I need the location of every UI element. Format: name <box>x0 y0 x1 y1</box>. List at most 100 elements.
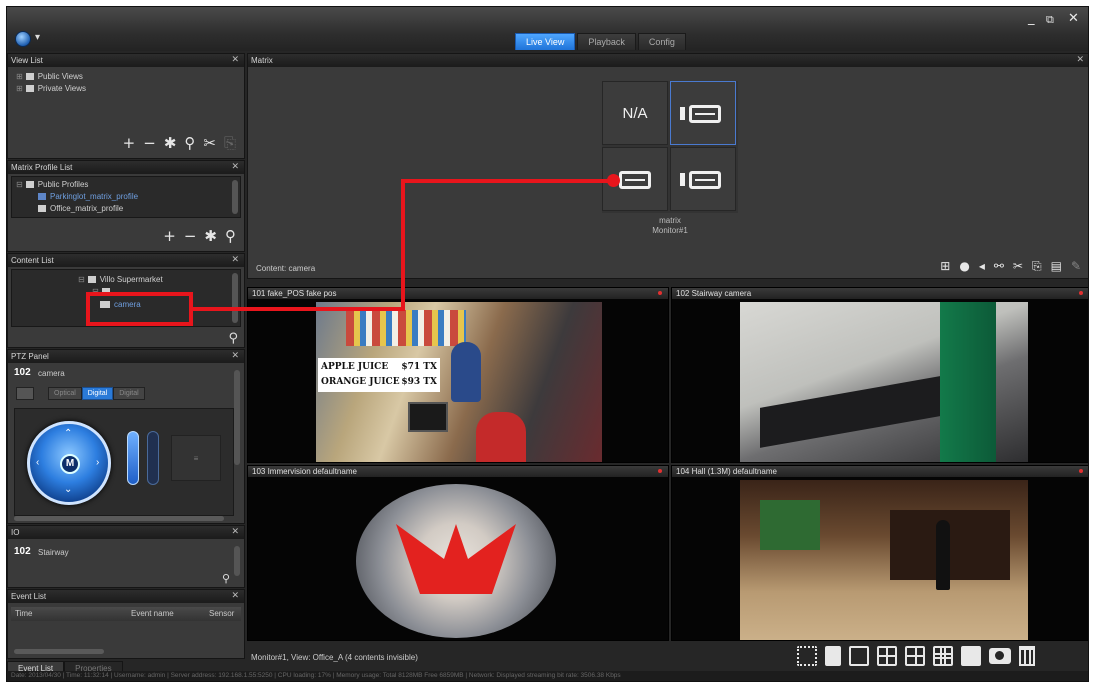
custom-layout-icon[interactable] <box>961 646 981 666</box>
ptz-joystick[interactable]: M ⌃ ⌄ ‹ › <box>27 421 111 505</box>
record-indicator-icon <box>658 469 662 473</box>
search-icon[interactable]: ⚲ <box>225 227 236 245</box>
fisheye-image <box>356 484 556 638</box>
horizontal-scrollbar[interactable] <box>14 649 104 654</box>
annotation-line <box>193 307 405 311</box>
close-icon[interactable]: ✕ <box>231 161 239 172</box>
gear-icon[interactable]: ✱ <box>164 134 177 152</box>
viewport-2[interactable]: 102 Stairway camera <box>671 287 1088 463</box>
ptz-camera-label: camera <box>38 369 65 378</box>
tab-playback[interactable]: Playback <box>577 33 636 50</box>
search-icon[interactable]: ⚲ <box>228 330 238 346</box>
arrow-up-icon[interactable]: ⌃ <box>64 428 72 439</box>
lock-button[interactable] <box>16 387 34 400</box>
trash-icon[interactable] <box>1019 646 1035 666</box>
io-panel-title: IO <box>8 526 244 539</box>
record-icon[interactable]: ● <box>959 259 969 274</box>
arrow-left-icon[interactable]: ‹ <box>36 457 39 468</box>
zoom-slider[interactable] <box>127 431 139 485</box>
add-icon[interactable]: + <box>123 134 136 152</box>
scrollbar[interactable] <box>232 273 238 323</box>
remove-icon[interactable]: − <box>143 134 156 152</box>
globe-logo-icon[interactable] <box>15 31 31 47</box>
reception-desk <box>890 510 1010 580</box>
link-icon[interactable]: ⚯ <box>994 259 1004 274</box>
close-icon[interactable]: ✕ <box>231 526 239 537</box>
close-icon[interactable]: ✕ <box>231 590 239 601</box>
tab-live-view[interactable]: Live View <box>515 33 576 50</box>
chevron-down-icon[interactable]: ▾ <box>35 32 40 43</box>
matrix-cell-4[interactable] <box>670 147 736 211</box>
audio-icon[interactable]: ◂ <box>979 259 985 274</box>
layout-3x3-icon[interactable] <box>933 646 953 666</box>
copy-icon[interactable]: ⎘ <box>1032 259 1042 274</box>
focus-slider[interactable] <box>147 431 159 485</box>
layout-1plus3-icon[interactable] <box>905 646 925 666</box>
snapshot-icon[interactable] <box>989 648 1011 664</box>
tree-item-parkinglot-profile[interactable]: Parkinglot_matrix_profile <box>38 192 138 201</box>
edit-icon[interactable]: ✎ <box>1071 259 1081 274</box>
tree-item-public-profiles[interactable]: ⊟ Public Profiles <box>16 180 88 189</box>
matrix-cell-2[interactable] <box>670 81 736 145</box>
layout-icon[interactable]: ⊞ <box>940 259 950 274</box>
close-icon[interactable]: ✕ <box>231 350 239 361</box>
io-camera-label: Stairway <box>38 548 69 557</box>
scrollbar[interactable] <box>232 180 238 214</box>
tree-item-public-views[interactable]: ⊞ Public Views <box>16 72 83 81</box>
pos-price: $93 TX <box>401 377 437 387</box>
tab-digital-2[interactable]: Digital <box>113 387 145 400</box>
column-time[interactable]: Time <box>11 607 131 621</box>
view-list-panel: View List ✕ ⊞ Public Views ⊞ Private Views… <box>7 53 245 159</box>
viewport-3[interactable]: 103 Immervision defaultname <box>247 465 669 641</box>
matrix-cell-label: N/A <box>622 105 648 122</box>
matrix-panel: Matrix ✕ N/A matrix Monitor#1 Content: c… <box>247 53 1088 279</box>
arrow-down-icon[interactable]: ⌄ <box>64 484 72 495</box>
pos-overlay: APPLE JUICE $71 TX ORANGE JUICE $93 TX <box>318 358 440 392</box>
annotation-line <box>401 179 405 311</box>
tab-config[interactable]: Config <box>637 33 686 50</box>
tree-item-office-profile[interactable]: Office_matrix_profile <box>38 204 123 213</box>
search-icon[interactable]: ⚲ <box>184 134 195 152</box>
layout-2x2-icon[interactable] <box>877 646 897 666</box>
viewport-4[interactable]: 104 Hall (1.3M) defaultname <box>671 465 1088 641</box>
scrollbar[interactable] <box>234 546 240 576</box>
arrow-right-icon[interactable]: › <box>96 457 99 468</box>
horizontal-scrollbar[interactable] <box>14 516 224 521</box>
ptz-center-button[interactable]: M <box>60 454 80 474</box>
matrix-profile-title: Matrix Profile List <box>8 161 244 174</box>
minimize-icon[interactable]: _ <box>1028 11 1035 26</box>
app-window: ▾ Live View Playback Config _ ⧉ ✕ View L… <box>6 6 1089 682</box>
monitor-icon <box>689 171 721 189</box>
remove-icon[interactable]: − <box>184 227 197 245</box>
delete-icon[interactable]: ▤ <box>1051 259 1062 274</box>
copy-layout-icon[interactable] <box>825 646 841 666</box>
tree-item-private-views[interactable]: ⊞ Private Views <box>16 84 86 93</box>
restore-icon[interactable]: ⧉ <box>1046 13 1054 27</box>
matrix-cell-1[interactable]: N/A <box>602 81 668 145</box>
close-icon[interactable]: ✕ <box>231 54 239 65</box>
fullscreen-icon[interactable] <box>797 646 817 666</box>
event-table-header: Time Event name Sensor <box>11 607 241 621</box>
search-icon[interactable]: ⚲ <box>222 572 230 585</box>
layout-1x1-icon[interactable] <box>849 646 869 666</box>
tree-item-villo-supermarket[interactable]: ⊟ Villo Supermarket <box>78 275 163 284</box>
viewport-title: 102 Stairway camera <box>672 288 1088 299</box>
close-icon[interactable]: ✕ <box>1068 11 1079 26</box>
tab-digital[interactable]: Digital <box>81 387 114 400</box>
view-list-title: View List <box>8 54 244 67</box>
matrix-grid: N/A <box>602 81 738 213</box>
add-icon[interactable]: + <box>163 227 176 245</box>
gear-icon[interactable]: ✱ <box>204 227 217 245</box>
ptz-extra-control[interactable]: ≡ <box>171 435 221 481</box>
ptz-panel: PTZ Panel ✕ 102 camera Optical Digital D… <box>7 349 245 524</box>
tab-optical[interactable]: Optical <box>48 387 82 400</box>
close-icon[interactable]: ✕ <box>1076 54 1084 65</box>
tools-icon[interactable]: ✂ <box>1013 259 1023 274</box>
close-icon[interactable]: ✕ <box>231 254 239 265</box>
export-icon[interactable]: ⎘ <box>224 134 236 152</box>
viewport-1[interactable]: 101 fake_POS fake pos APPLE JUICE $71 TX … <box>247 287 669 463</box>
scrollbar[interactable] <box>234 370 240 465</box>
column-sensor[interactable]: Sensor <box>209 607 234 621</box>
column-event-name[interactable]: Event name <box>131 607 209 621</box>
tools-icon[interactable]: ✂ <box>203 134 216 152</box>
